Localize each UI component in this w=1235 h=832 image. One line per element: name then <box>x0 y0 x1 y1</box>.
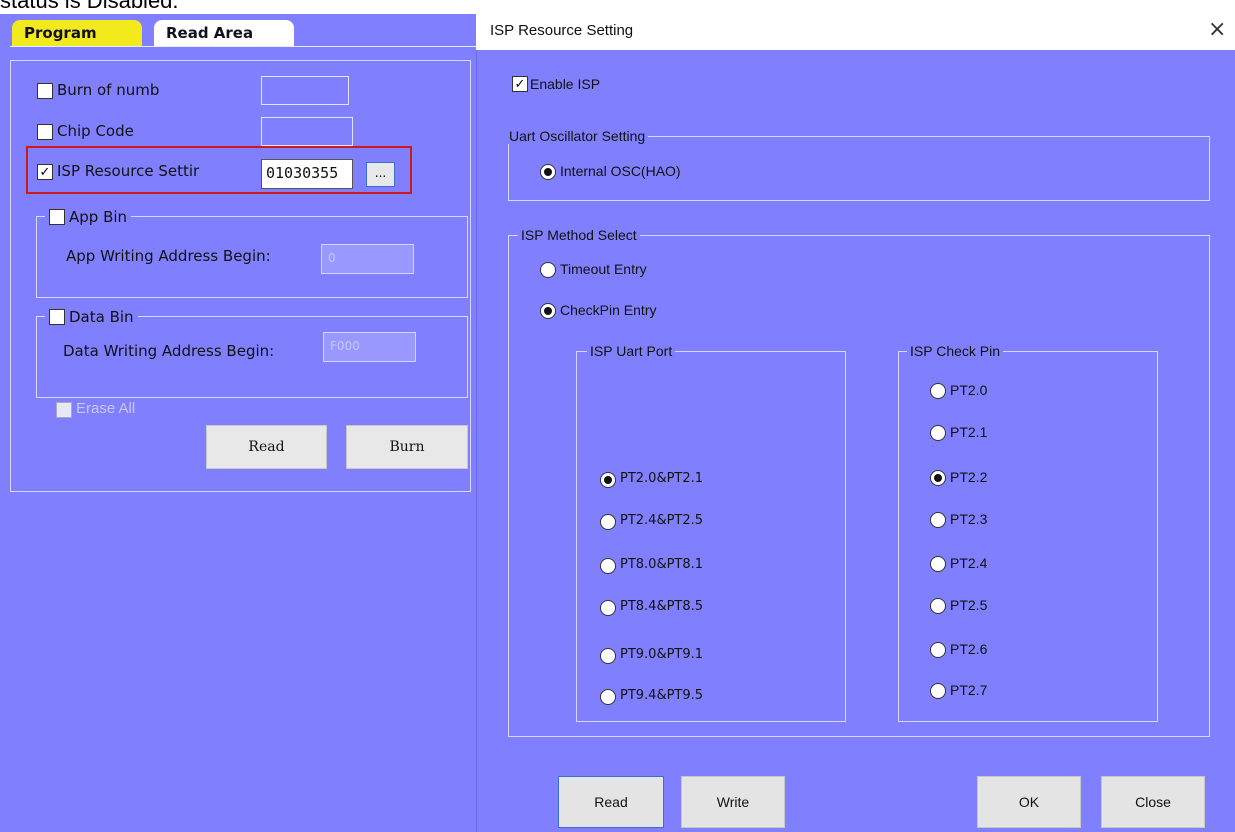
programmer-panel: Program Read Area Burn of numb Chip Code… <box>0 14 476 832</box>
uart-port-label: PT8.4&PT8.5 <box>620 599 704 614</box>
isp-resource-checkbox[interactable]: ✓ <box>37 164 53 180</box>
data-bin-legend: Data Bin <box>45 308 138 326</box>
uart-port-label: PT9.0&PT9.1 <box>620 647 704 662</box>
check-pin-radio[interactable] <box>930 683 946 699</box>
chip-code-field[interactable] <box>261 117 353 146</box>
chip-code-label: Chip Code <box>57 122 134 140</box>
internal-osc-label: Internal OSC(HAO) <box>560 163 681 179</box>
timeout-entry-radio[interactable] <box>540 262 556 278</box>
burn-of-numb-label: Burn of numb <box>57 81 160 99</box>
isp-resource-label: ISP Resource Settir <box>57 162 200 180</box>
timeout-entry-label: Timeout Entry <box>560 261 647 277</box>
data-bin-label: Data Bin <box>69 308 134 326</box>
check-pin-label: PT2.4 <box>950 555 988 571</box>
data-address-label: Data Writing Address Begin: <box>63 342 275 360</box>
dialog-title: ISP Resource Setting <box>490 22 634 39</box>
check-pin-label: PT2.0 <box>950 382 988 398</box>
uart-port-label: PT2.4&PT2.5 <box>620 513 704 528</box>
data-address-field: F000 <box>323 332 416 362</box>
check-pin-radio[interactable] <box>930 598 946 614</box>
check-pin-radio[interactable] <box>930 512 946 528</box>
check-pin-radio[interactable] <box>930 556 946 572</box>
check-pin-radio[interactable] <box>930 642 946 658</box>
close-icon[interactable]: × <box>1208 17 1226 42</box>
checkpin-entry-label: CheckPin Entry <box>560 302 657 318</box>
uart-port-radio[interactable] <box>600 648 616 664</box>
uart-port-label: PT9.4&PT9.5 <box>620 688 704 703</box>
burn-of-numb-field[interactable] <box>261 76 349 105</box>
check-pin-radio[interactable] <box>930 470 946 486</box>
check-pin-label: PT2.7 <box>950 682 988 698</box>
uart-port-radio[interactable] <box>600 472 616 488</box>
uart-port-radio[interactable] <box>600 558 616 574</box>
checkpin-entry-radio[interactable] <box>540 303 556 319</box>
check-pin-legend: ISP Check Pin <box>907 343 1004 359</box>
uart-port-radio[interactable] <box>600 600 616 616</box>
dialog-read-button[interactable]: Read <box>558 776 664 828</box>
erase-all-checkbox <box>56 402 72 418</box>
enable-isp-checkbox[interactable]: ✓ <box>512 76 528 92</box>
tab-divider <box>10 46 476 47</box>
app-bin-label: App Bin <box>69 208 128 226</box>
isp-resource-browse-button[interactable]: ... <box>366 162 395 187</box>
uart-port-radio[interactable] <box>600 514 616 530</box>
internal-osc-radio[interactable] <box>540 164 556 180</box>
check-pin-group <box>898 351 1158 722</box>
app-bin-checkbox[interactable] <box>49 209 65 225</box>
burn-of-numb-checkbox[interactable] <box>37 83 53 99</box>
app-bin-legend: App Bin <box>45 208 132 226</box>
dialog-write-button[interactable]: Write <box>681 776 785 828</box>
isp-method-legend: ISP Method Select <box>518 227 640 243</box>
read-button[interactable]: Read <box>206 425 327 469</box>
data-bin-checkbox[interactable] <box>49 309 65 325</box>
tab-read-area[interactable]: Read Area <box>154 20 294 46</box>
ok-button[interactable]: OK <box>977 776 1081 828</box>
check-pin-label: PT2.6 <box>950 641 988 657</box>
uart-port-label: PT8.0&PT8.1 <box>620 557 704 572</box>
check-pin-radio[interactable] <box>930 383 946 399</box>
enable-isp-label: Enable ISP <box>530 76 601 92</box>
caption-text: status is Disabled. <box>0 0 179 13</box>
uart-osc-legend: Uart Oscillator Setting <box>506 128 649 144</box>
uart-port-radio[interactable] <box>600 689 616 705</box>
check-pin-label: PT2.3 <box>950 511 988 527</box>
tab-program[interactable]: Program <box>12 20 142 46</box>
uart-port-label: PT2.0&PT2.1 <box>620 471 704 486</box>
app-address-label: App Writing Address Begin: <box>66 247 271 265</box>
uart-port-group <box>576 351 846 722</box>
isp-resource-field[interactable]: 01030355 <box>261 159 353 189</box>
app-address-field: 0 <box>321 244 414 274</box>
chip-code-checkbox[interactable] <box>37 124 53 140</box>
check-pin-radio[interactable] <box>930 425 946 441</box>
check-pin-label: PT2.5 <box>950 597 988 613</box>
uart-port-legend: ISP Uart Port <box>587 343 676 359</box>
dialog-close-button[interactable]: Close <box>1101 776 1205 828</box>
erase-all-label: Erase All <box>76 400 136 417</box>
check-pin-label: PT2.2 <box>950 469 988 485</box>
check-pin-label: PT2.1 <box>950 424 988 440</box>
burn-button[interactable]: Burn <box>346 425 468 469</box>
